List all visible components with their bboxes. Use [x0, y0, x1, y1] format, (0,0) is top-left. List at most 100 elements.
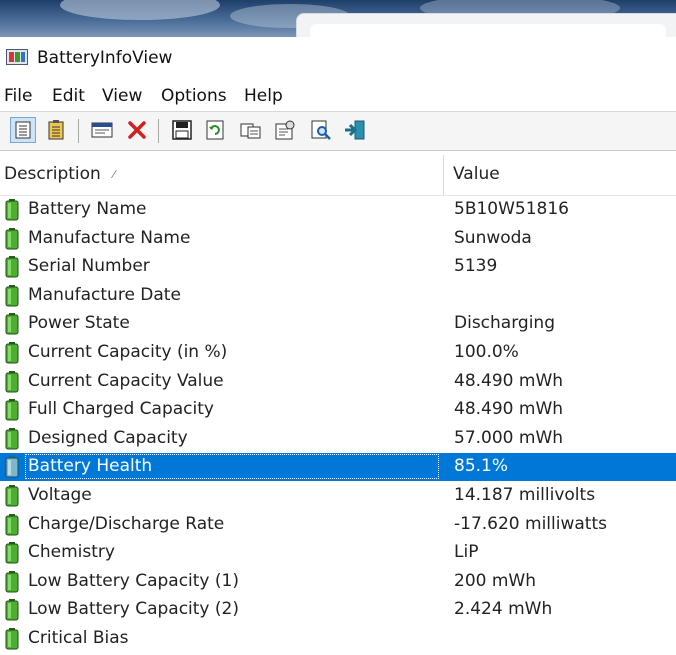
row-value: Sunwoda — [454, 227, 532, 248]
battery-log-mode-button[interactable] — [43, 117, 69, 143]
app-window: BatteryInfoView File Edit View Options H… — [0, 37, 676, 655]
table-row[interactable]: Power State Discharging — [0, 310, 676, 338]
save-icon — [172, 120, 192, 140]
row-description: Serial Number — [28, 256, 150, 277]
table-row[interactable]: Critical Bias — [0, 625, 676, 653]
delete-button[interactable] — [124, 117, 150, 143]
battery-icon — [5, 370, 19, 393]
menu-help[interactable]: Help — [244, 86, 283, 106]
battery-app-icon — [6, 49, 28, 65]
battery-icon — [5, 542, 19, 564]
table-row[interactable]: Manufacture Name Sunwoda — [0, 225, 676, 253]
menu-options[interactable]: Options — [161, 86, 227, 106]
title-bar[interactable]: BatteryInfoView — [0, 37, 676, 79]
row-description: Full Charged Capacity — [28, 399, 214, 420]
row-value: -17.620 milliwatts — [454, 513, 607, 534]
row-value: 2.424 mWh — [454, 599, 553, 620]
battery-icon — [5, 513, 19, 536]
row-value: 85.1% — [454, 456, 509, 477]
row-value: 57.000 mWh — [454, 427, 564, 448]
row-description: Battery Health — [28, 456, 153, 477]
row-description: Charge/Discharge Rate — [28, 513, 225, 534]
row-description: Chemistry — [28, 542, 115, 563]
row-description: Manufacture Date — [28, 284, 181, 305]
table-row[interactable]: Low Battery Capacity (2) 2.424 mWh — [0, 596, 676, 624]
copy-icon — [240, 123, 261, 139]
row-value: 14.187 millivolts — [454, 485, 596, 505]
table-row[interactable]: Charge/Discharge Rate -17.620 milliwatts — [0, 511, 676, 539]
menu-file[interactable]: File — [4, 86, 32, 106]
row-value: 48.490 mWh — [454, 399, 564, 420]
battery-icon — [5, 284, 19, 307]
row-description: Current Capacity Value — [28, 370, 224, 391]
battery-log-mode-icon — [48, 120, 64, 140]
battery-info-mode-button[interactable] — [10, 117, 36, 143]
properties-icon — [275, 120, 295, 140]
table-row[interactable]: Current Capacity (in %) 100.0% — [0, 339, 676, 367]
battery-info-mode-icon — [15, 121, 31, 139]
sort-indicator-icon: ⁄ — [113, 168, 115, 181]
battery-icon — [5, 227, 19, 250]
row-value: 100.0% — [454, 342, 519, 362]
table-row[interactable]: Current Capacity Value 48.490 mWh — [0, 368, 676, 396]
toolbar-separator — [78, 119, 79, 143]
battery-icon — [5, 628, 19, 650]
row-value: 48.490 mWh — [454, 370, 564, 391]
menu-edit[interactable]: Edit — [52, 86, 85, 106]
table-row[interactable]: Battery Name 5B10W51816 — [0, 196, 676, 224]
table-row[interactable]: Designed Capacity 57.000 mWh — [0, 425, 676, 453]
toolbar-separator — [158, 119, 159, 143]
properties-window-button[interactable] — [89, 117, 115, 143]
row-description: Voltage — [28, 485, 92, 505]
row-value: 200 mWh — [454, 570, 536, 591]
battery-icon — [5, 313, 19, 335]
table-row[interactable]: Serial Number 5139 — [0, 253, 676, 281]
column-header-description[interactable]: Description — [4, 164, 101, 184]
table-row[interactable]: Low Battery Capacity (1) 200 mWh — [0, 568, 676, 596]
row-description: Low Battery Capacity (2) — [28, 599, 239, 620]
row-description: Battery Name — [28, 199, 147, 219]
table-row[interactable]: Battery Health 85.1% — [0, 453, 676, 482]
row-description: Current Capacity (in %) — [28, 342, 228, 362]
row-value: 5139 — [454, 256, 498, 277]
properties-button[interactable] — [272, 117, 298, 143]
window-title: BatteryInfoView — [37, 48, 173, 68]
battery-icon — [5, 256, 19, 278]
properties-window-icon — [91, 122, 113, 138]
row-value: Discharging — [454, 313, 555, 334]
list-header: Description ⁄ Value — [0, 155, 676, 196]
menu-bar: File Edit View Options Help — [0, 81, 676, 111]
table-row[interactable]: Full Charged Capacity 48.490 mWh — [0, 396, 676, 424]
row-description: Power State — [28, 313, 130, 334]
exit-button[interactable] — [342, 117, 368, 143]
row-value: 5B10W51816 — [454, 199, 569, 219]
save-button[interactable] — [169, 117, 195, 143]
battery-icon — [5, 485, 19, 507]
table-row[interactable]: Voltage 14.187 millivolts — [0, 482, 676, 510]
column-divider[interactable] — [443, 155, 444, 195]
refresh-button[interactable] — [202, 117, 228, 143]
toolbar — [0, 111, 676, 151]
menu-view[interactable]: View — [102, 86, 142, 106]
row-description: Low Battery Capacity (1) — [28, 570, 239, 591]
table-row[interactable]: Manufacture Date — [0, 282, 676, 310]
refresh-icon — [206, 120, 224, 140]
find-button[interactable] — [308, 117, 334, 143]
find-icon — [311, 120, 331, 140]
row-description: Manufacture Name — [28, 227, 191, 248]
column-header-value[interactable]: Value — [453, 164, 500, 184]
row-description: Critical Bias — [28, 628, 129, 648]
battery-icon — [5, 456, 19, 478]
battery-icon — [5, 599, 19, 621]
row-value: LiP — [454, 542, 479, 563]
battery-icon — [5, 427, 19, 450]
exit-icon — [345, 120, 365, 140]
battery-info-list[interactable]: Description ⁄ Value Battery Name 5B10W518… — [0, 155, 676, 655]
battery-icon — [5, 199, 19, 221]
table-row[interactable]: Chemistry LiP — [0, 539, 676, 567]
copy-button[interactable] — [238, 117, 264, 143]
battery-icon — [5, 570, 19, 593]
delete-x-icon — [128, 121, 146, 139]
battery-icon — [5, 399, 19, 421]
row-description: Designed Capacity — [28, 427, 188, 448]
